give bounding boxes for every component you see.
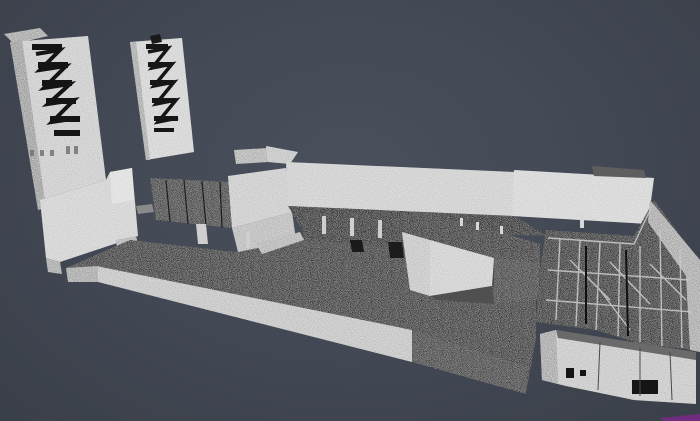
tower-left [4, 28, 140, 274]
point-cloud-scene[interactable] [0, 0, 700, 421]
selection-marker [660, 414, 700, 421]
tower-floating [130, 34, 194, 160]
right-steel-structure [536, 200, 700, 352]
3d-viewport[interactable] [0, 0, 700, 421]
